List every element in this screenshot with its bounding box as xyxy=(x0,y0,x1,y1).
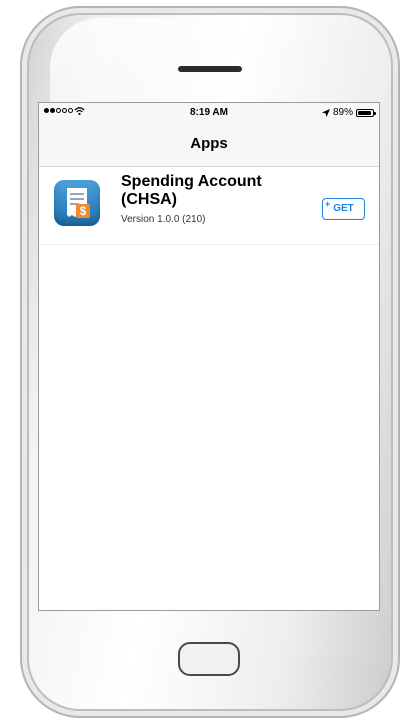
app-name: Spending Account (CHSA) xyxy=(121,173,262,208)
battery-icon xyxy=(356,108,376,117)
get-button-label: GET xyxy=(333,203,354,214)
status-bar: 8:19 AM 89% xyxy=(39,103,379,123)
svg-text:$: $ xyxy=(80,204,87,218)
plus-icon: + xyxy=(325,199,331,209)
receipt-dollar-icon: $ xyxy=(54,180,100,226)
page-title: Apps xyxy=(190,135,228,152)
phone-frame: 8:19 AM 89% Apps $ Spending Account (CHS… xyxy=(20,6,400,718)
home-button[interactable] xyxy=(178,642,240,676)
battery-percentage: 89% xyxy=(332,107,353,118)
app-version: Version 1.0.0 (210) xyxy=(121,214,206,225)
navigation-bar: Apps xyxy=(39,123,379,167)
status-right: 89% xyxy=(321,107,376,118)
location-arrow-icon xyxy=(321,108,330,117)
phone-screen: 8:19 AM 89% Apps $ Spending Account (CHS… xyxy=(39,103,379,610)
get-button[interactable]: + GET xyxy=(322,198,365,220)
app-list-item[interactable]: $ Spending Account (CHSA) Version 1.0.0 … xyxy=(39,167,379,245)
phone-speaker xyxy=(178,66,242,72)
